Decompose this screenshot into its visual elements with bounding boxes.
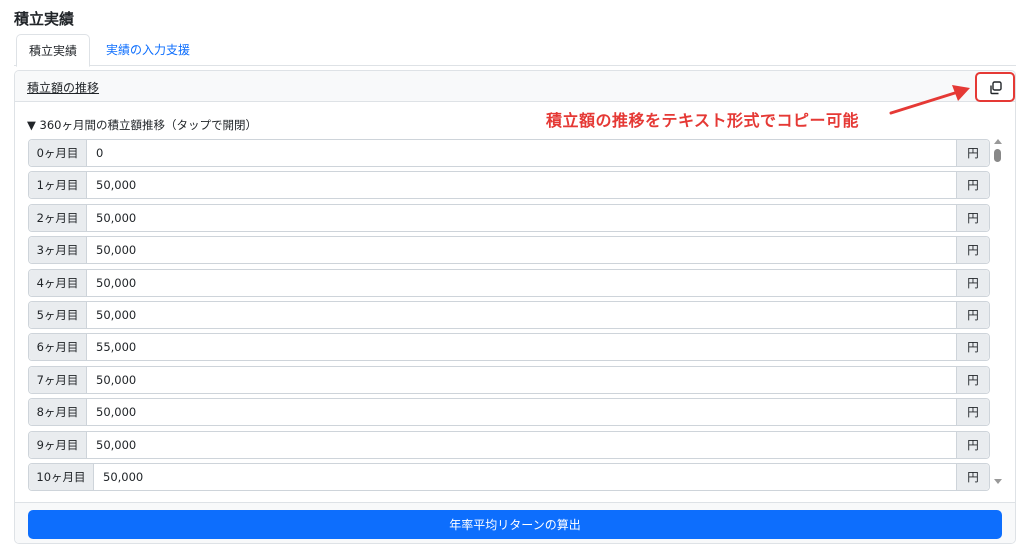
unit-label: 円 [956, 302, 989, 328]
month-label: 6ヶ月目 [29, 334, 87, 361]
month-label: 7ヶ月目 [29, 366, 87, 393]
copy-icon [990, 81, 1002, 95]
amount-field[interactable]: 50,000 [96, 205, 136, 231]
unit-label: 円 [956, 464, 989, 490]
months-summary-toggle[interactable]: ▼ 360ヶ月間の積立額推移（タップで開閉） [27, 117, 257, 133]
month-label: 1ヶ月目 [29, 172, 87, 199]
month-row: 0ヶ月目 0 円 [28, 139, 990, 167]
month-row: 7ヶ月目 50,000 円 [28, 365, 990, 394]
copy-annotation: 積立額の推移をテキスト形式でコピー可能 [546, 111, 860, 130]
amount-field[interactable]: 50,000 [96, 432, 136, 458]
unit-label: 円 [956, 204, 989, 231]
amount-field[interactable]: 50,000 [96, 302, 136, 328]
arrow-icon [889, 85, 970, 115]
tab-input-support[interactable]: 実績の入力支援 [96, 34, 200, 67]
month-label: 0ヶ月目 [29, 140, 87, 166]
page-title: 積立実績 [14, 10, 75, 28]
month-label: 9ヶ月目 [29, 431, 87, 458]
calculate-return-button[interactable]: 年率平均リターンの算出 [28, 510, 1002, 539]
tab-accumulation-record[interactable]: 積立実績 [16, 34, 90, 67]
unit-label: 円 [956, 366, 989, 393]
scrollbar[interactable] [992, 139, 1004, 489]
unit-label: 円 [956, 140, 989, 166]
amount-field[interactable]: 0 [96, 140, 103, 166]
month-row: 1ヶ月目 50,000 円 [28, 171, 990, 200]
month-label: 4ヶ月目 [29, 269, 87, 296]
card-title: 積立額の推移 [27, 81, 100, 95]
amount-field[interactable]: 50,000 [96, 399, 136, 425]
month-row: 3ヶ月目 50,000 円 [28, 236, 990, 265]
unit-label: 円 [956, 431, 989, 458]
amount-field[interactable]: 50,000 [96, 237, 136, 263]
month-label: 2ヶ月目 [29, 204, 87, 231]
unit-label: 円 [956, 399, 989, 426]
month-row: 9ヶ月目 50,000 円 [28, 430, 990, 459]
month-label: 5ヶ月目 [29, 302, 87, 328]
month-row: 2ヶ月目 50,000 円 [28, 203, 990, 232]
unit-label: 円 [956, 237, 989, 264]
month-label: 3ヶ月目 [29, 237, 87, 264]
amount-field[interactable]: 50,000 [96, 172, 136, 198]
amount-field[interactable]: 55,000 [96, 334, 136, 360]
month-row: 6ヶ月目 55,000 円 [28, 333, 990, 362]
amount-field[interactable]: 50,000 [96, 270, 136, 296]
unit-label: 円 [956, 334, 989, 361]
month-row: 8ヶ月目 50,000 円 [28, 398, 990, 427]
month-label: 8ヶ月目 [29, 399, 87, 426]
amount-field[interactable]: 50,000 [103, 464, 143, 490]
month-row: 10ヶ月目 50,000 円 [28, 463, 990, 491]
amount-field[interactable]: 50,000 [96, 367, 136, 393]
card-footer: 年率平均リターンの算出 [15, 502, 1015, 543]
copy-button[interactable] [975, 72, 1015, 102]
unit-label: 円 [956, 172, 989, 199]
unit-label: 円 [956, 269, 989, 296]
month-row: 5ヶ月目 50,000 円 [28, 301, 990, 329]
month-label: 10ヶ月目 [29, 464, 94, 490]
scroll-down-arrow-icon[interactable] [994, 479, 1002, 484]
card-header: 積立額の推移 [15, 71, 1015, 102]
month-row: 4ヶ月目 50,000 円 [28, 268, 990, 297]
scroll-thumb[interactable] [994, 149, 1001, 162]
scroll-up-arrow-icon[interactable] [994, 139, 1002, 144]
tab-bar: 積立実績 実績の入力支援 [14, 34, 1016, 67]
